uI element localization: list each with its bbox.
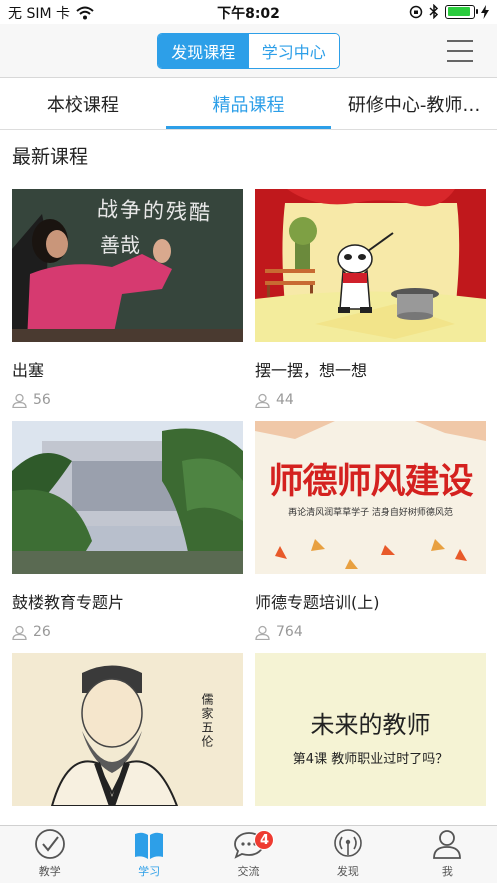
course-card[interactable]: 未来的教师 第4课 教师职业过时了吗？ bbox=[255, 653, 486, 821]
tabbar-item-communication[interactable]: 4 交流 bbox=[199, 826, 298, 883]
learner-count: 26 bbox=[33, 624, 51, 640]
course-card[interactable]: 师德师风建设 再论清风润草草学子 洁身自好树师德风范 师德专题培训(上) 764 bbox=[255, 421, 486, 640]
hamburger-menu-icon[interactable] bbox=[447, 40, 473, 62]
blackboard-text: 战争的残酷 bbox=[96, 196, 213, 225]
course-meta: 764 bbox=[255, 624, 486, 640]
banner-subtitle: 再论清风润草草学子 洁身自好树师德风范 bbox=[288, 508, 453, 518]
battery-icon bbox=[445, 4, 478, 19]
rotation-lock-icon bbox=[409, 5, 423, 18]
tabbar-label: 交流 bbox=[237, 865, 260, 878]
person-icon bbox=[12, 393, 27, 408]
person-icon bbox=[255, 625, 270, 640]
course-thumbnail[interactable]: 师德师风建设 再论清风润草草学子 洁身自好树师德风范 bbox=[255, 421, 486, 574]
tab-research-center[interactable]: 研修中心-教师… bbox=[331, 79, 497, 129]
person-icon bbox=[433, 830, 462, 859]
top-navbar: 发现课程 学习中心 bbox=[0, 24, 497, 78]
tabbar-item-discover[interactable]: 发现 bbox=[298, 826, 397, 883]
course-card[interactable]: 摆一摆，想一想 44 bbox=[255, 189, 486, 408]
course-card[interactable]: 鼓楼教育专题片 26 bbox=[12, 421, 243, 640]
tabbar-item-me[interactable]: 我 bbox=[398, 826, 497, 883]
charging-icon bbox=[481, 4, 489, 19]
category-tabs: 本校课程 精品课程 研修中心-教师… bbox=[0, 79, 497, 130]
course-thumbnail[interactable] bbox=[12, 421, 243, 574]
course-meta: 26 bbox=[12, 624, 243, 640]
broadcast-icon bbox=[334, 829, 362, 857]
bottom-tabbar: 教学 学习 4 交流 发现 我 bbox=[0, 825, 497, 883]
course-title: 师德专题培训(上) bbox=[255, 593, 380, 612]
status-bar: 无 SIM 卡 下午8:02 bbox=[0, 0, 497, 24]
section-title: 最新课程 bbox=[12, 146, 89, 168]
future-subtitle: 第4课 教师职业过时了吗？ bbox=[292, 752, 449, 767]
blackboard-text-2: 善哉 bbox=[100, 233, 140, 257]
course-thumbnail[interactable]: 未来的教师 第4课 教师职业过时了吗？ bbox=[255, 653, 486, 806]
learner-count: 44 bbox=[276, 392, 294, 408]
tab-featured-courses[interactable]: 精品课程 bbox=[165, 79, 332, 129]
person-icon bbox=[255, 393, 270, 408]
unread-badge: 4 bbox=[254, 830, 275, 850]
course-card[interactable]: 儒家五伦 bbox=[12, 653, 243, 821]
course-meta: 44 bbox=[255, 392, 486, 408]
tabbar-item-learning[interactable]: 学习 bbox=[99, 826, 198, 883]
tabbar-label: 学习 bbox=[138, 865, 161, 878]
learner-count: 56 bbox=[33, 392, 51, 408]
course-thumbnail[interactable] bbox=[255, 189, 486, 342]
banner-title: 师德师风建设 bbox=[268, 462, 473, 502]
sage-caption: 儒家五伦 bbox=[200, 693, 214, 749]
course-title: 摆一摆，想一想 bbox=[255, 361, 368, 380]
course-meta: 56 bbox=[12, 392, 243, 408]
learner-count: 764 bbox=[276, 624, 303, 640]
segment-learning-center[interactable]: 学习中心 bbox=[248, 34, 339, 68]
tab-school-courses[interactable]: 本校课程 bbox=[0, 79, 166, 129]
course-title: 鼓楼教育专题片 bbox=[12, 593, 125, 612]
tabbar-label: 发现 bbox=[336, 865, 359, 878]
person-icon bbox=[12, 625, 27, 640]
bluetooth-icon bbox=[429, 4, 439, 19]
future-title: 未来的教师 bbox=[310, 711, 431, 739]
segment-discover-courses[interactable]: 发现课程 bbox=[158, 34, 249, 68]
book-icon bbox=[135, 832, 164, 859]
check-circle-icon bbox=[34, 829, 65, 859]
course-thumbnail[interactable]: 儒家五伦 bbox=[12, 653, 243, 806]
tabbar-label: 我 bbox=[441, 865, 453, 878]
segmented-control: 发现课程 学习中心 bbox=[157, 33, 340, 69]
tabbar-item-teaching[interactable]: 教学 bbox=[0, 826, 99, 883]
course-thumbnail[interactable]: 战争的残酷 善哉 bbox=[12, 189, 243, 342]
course-card[interactable]: 战争的残酷 善哉 出塞 56 bbox=[12, 189, 243, 408]
course-title: 出塞 bbox=[12, 361, 45, 380]
tabbar-label: 教学 bbox=[38, 865, 61, 878]
status-right bbox=[409, 4, 489, 19]
